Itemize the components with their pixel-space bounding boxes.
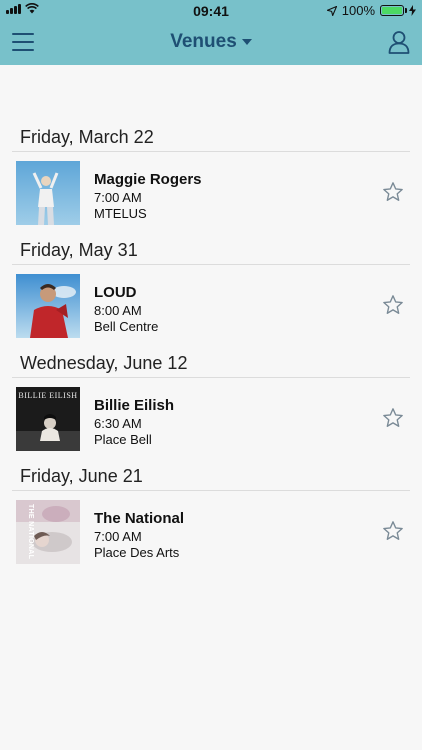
date-header: Wednesday, June 12 bbox=[20, 353, 188, 373]
event-thumbnail bbox=[16, 274, 80, 338]
event-title: The National bbox=[94, 510, 185, 527]
event-title: Billie Eilish bbox=[94, 397, 175, 414]
event-time: 7:00 AM bbox=[94, 529, 142, 544]
event-thumbnail: THE NATIONAL bbox=[16, 500, 80, 564]
navigation-bar: Venues bbox=[0, 22, 422, 65]
event-thumbnail bbox=[16, 161, 80, 225]
event-title: LOUD bbox=[94, 284, 137, 301]
top-bar: 09:41 100% Venues bbox=[0, 0, 422, 65]
favorite-star-icon[interactable] bbox=[382, 181, 404, 203]
date-header: Friday, June 21 bbox=[20, 466, 143, 486]
favorite-star-icon[interactable] bbox=[382, 294, 404, 316]
event-venue: Bell Centre bbox=[94, 319, 159, 334]
event-venue: MTELUS bbox=[94, 206, 147, 221]
event-title: Maggie Rogers bbox=[94, 171, 202, 188]
charging-bolt-icon bbox=[409, 5, 416, 16]
date-header: Friday, March 22 bbox=[20, 127, 154, 147]
event-row[interactable]: LOUD 8:00 AM Bell Centre bbox=[16, 274, 410, 338]
user-profile-icon[interactable] bbox=[388, 30, 410, 54]
favorite-star-icon[interactable] bbox=[382, 520, 404, 542]
event-time: 8:00 AM bbox=[94, 303, 142, 318]
event-time: 6:30 AM bbox=[94, 416, 142, 431]
event-time: 7:00 AM bbox=[94, 190, 142, 205]
battery-icon bbox=[380, 5, 407, 16]
nav-title-label: Venues bbox=[170, 31, 237, 52]
divider bbox=[12, 490, 410, 491]
event-venue: Place Des Arts bbox=[94, 545, 180, 560]
event-venue: Place Bell bbox=[94, 432, 152, 447]
date-header: Friday, May 31 bbox=[20, 240, 138, 260]
location-arrow-icon bbox=[326, 5, 337, 16]
caret-down-icon bbox=[241, 38, 252, 45]
event-thumbnail: BILLIE EILISH bbox=[16, 387, 80, 451]
thumbnail-album-text: BILLIE EILISH bbox=[18, 391, 77, 400]
favorite-star-icon[interactable] bbox=[382, 407, 404, 429]
thumbnail-album-text: THE NATIONAL bbox=[27, 504, 34, 560]
divider bbox=[12, 377, 410, 378]
event-row[interactable]: Maggie Rogers 7:00 AM MTELUS bbox=[16, 161, 410, 225]
divider bbox=[12, 264, 410, 265]
battery-percent: 100% bbox=[341, 3, 375, 18]
divider bbox=[12, 151, 410, 152]
event-row[interactable]: BILLIE EILISH Billie Eilish 6:30 AM Plac… bbox=[16, 387, 410, 451]
venues-dropdown[interactable]: Venues bbox=[0, 31, 422, 53]
event-row[interactable]: THE NATIONAL The National 7:00 AM Place … bbox=[16, 500, 410, 564]
status-right-group: 100% bbox=[326, 3, 416, 18]
status-bar: 09:41 100% bbox=[0, 0, 422, 22]
